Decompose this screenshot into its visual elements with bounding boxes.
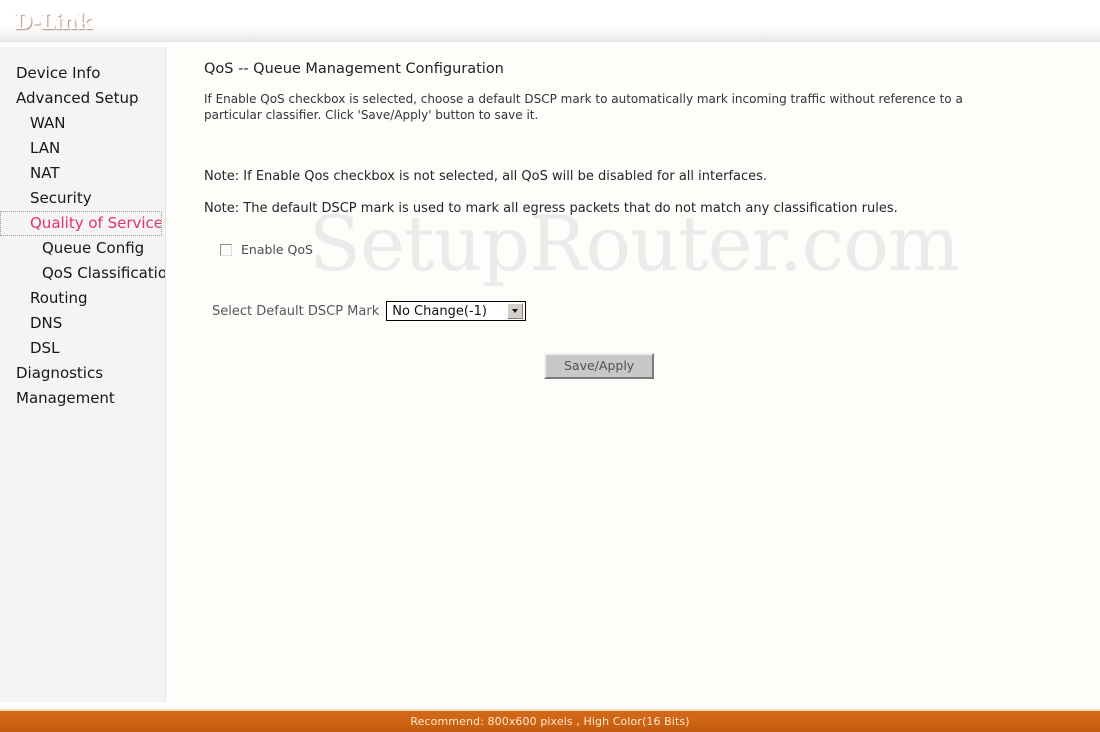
sidebar-item-advanced-setup[interactable]: Advanced Setup (0, 86, 165, 111)
sidebar-item-qos-classification[interactable]: QoS Classification (0, 261, 165, 286)
dscp-mark-row: Select Default DSCP Mark No Change(-1) (212, 301, 1100, 321)
sidebar-item-lan[interactable]: LAN (0, 136, 165, 161)
main-content: SetupRouter.com QoS -- Queue Management … (166, 47, 1100, 702)
header-gradient-stripes (0, 0, 1100, 42)
sidebar-item-dns[interactable]: DNS (0, 311, 165, 336)
sidebar-item-device-info[interactable]: Device Info (0, 61, 165, 86)
enable-qos-label: Enable QoS (241, 242, 313, 257)
sidebar-item-queue-config[interactable]: Queue Config (0, 236, 165, 261)
save-apply-button[interactable]: Save/Apply (544, 353, 655, 379)
chevron-down-icon[interactable] (506, 303, 523, 319)
sidebar-item-quality-of-service[interactable]: Quality of Service (0, 211, 162, 236)
enable-qos-row: Enable QoS (220, 242, 1100, 257)
sidebar-item-wan[interactable]: WAN (0, 111, 165, 136)
note-default-dscp: Note: The default DSCP mark is used to m… (204, 201, 898, 216)
sidebar-item-nat[interactable]: NAT (0, 161, 165, 186)
sidebar-navigation: Device Info Advanced Setup WAN LAN NAT Securi… (0, 47, 166, 702)
dlink-logo: D-Link (14, 9, 91, 34)
sidebar-item-diagnostics[interactable]: Diagnostics (0, 361, 165, 386)
sidebar-item-management[interactable]: Management (0, 386, 165, 411)
sidebar-item-routing[interactable]: Routing (0, 286, 165, 311)
sidebar-menu: Device Info Advanced Setup WAN LAN NAT Securi… (0, 47, 165, 411)
sidebar-item-security[interactable]: Security (0, 186, 165, 211)
dscp-mark-selected-value: No Change(-1) (392, 303, 487, 319)
sidebar-item-dsl[interactable]: DSL (0, 336, 165, 361)
dscp-mark-select[interactable]: No Change(-1) (386, 301, 526, 321)
page-title: QoS -- Queue Management Configuration (204, 61, 504, 77)
page-footer: Recommend: 800x600 pixels , High Color(1… (0, 709, 1100, 732)
dscp-mark-label: Select Default DSCP Mark (212, 303, 380, 319)
page-header: D-Link (0, 0, 1100, 42)
page-description: If Enable QoS checkbox is selected, choo… (204, 92, 963, 122)
footer-recommendation-text: Recommend: 800x600 pixels , High Color(1… (410, 715, 690, 728)
action-row: Save/Apply (544, 353, 1100, 379)
enable-qos-checkbox[interactable] (220, 243, 232, 256)
note-disable-warning: Note: If Enable Qos checkbox is not sele… (204, 169, 768, 184)
